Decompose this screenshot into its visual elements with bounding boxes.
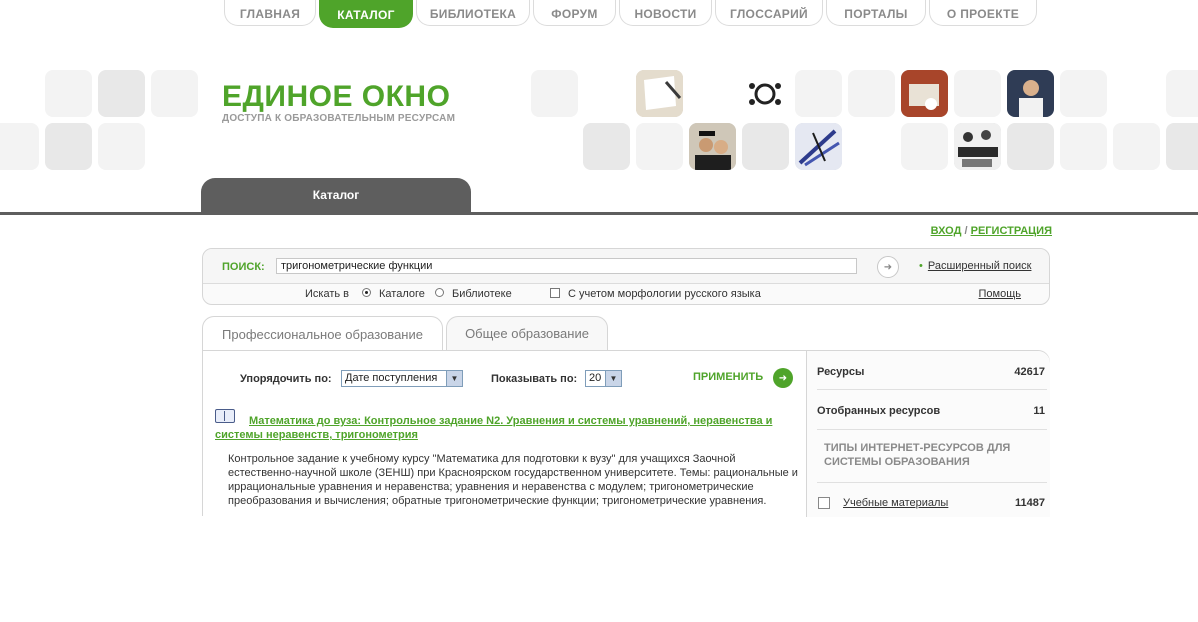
chevron-down-icon: ▼ — [446, 371, 462, 386]
page-size-label: Показывать по: — [491, 373, 578, 385]
radio-catalog[interactable] — [362, 288, 371, 297]
type-count: 11487 — [1015, 497, 1045, 509]
search-options: Искать в Каталоге Библиотеке С учетом мо… — [203, 284, 1049, 304]
search-input[interactable] — [276, 258, 857, 274]
decor-square — [583, 123, 630, 170]
decor-square — [531, 70, 578, 117]
decor-square — [98, 70, 145, 117]
search-in-label: Искать в — [305, 288, 350, 300]
help-link[interactable]: Помощь — [979, 288, 1022, 300]
login-link[interactable]: ВХОД — [931, 225, 962, 237]
decor-square — [0, 123, 39, 170]
photo-tile-graduates — [689, 123, 736, 170]
type-link-learning-materials[interactable]: Учебные материалы — [843, 497, 948, 509]
result-title-link[interactable]: Математика до вуза: Контрольное задание … — [215, 414, 795, 442]
decor-square — [954, 70, 1001, 117]
register-link[interactable]: РЕГИСТРАЦИЯ — [971, 225, 1052, 237]
sidebar-divider — [817, 482, 1047, 483]
resources-count: 42617 — [1014, 366, 1045, 378]
auth-links: ВХОД / РЕГИСТРАЦИЯ — [931, 225, 1052, 237]
page-size-select[interactable]: 20 ▼ — [585, 370, 622, 387]
resources-row: Ресурсы 42617 — [817, 366, 1045, 378]
nav-item-portals[interactable]: ПОРТАЛЫ — [826, 0, 926, 26]
header-divider — [0, 212, 1198, 215]
auth-separator: / — [964, 225, 968, 237]
photo-tile-drawing — [795, 123, 842, 170]
section-tab-catalog[interactable]: Каталог — [201, 178, 471, 214]
photo-tile-lab — [901, 70, 948, 117]
chevron-down-icon: ▼ — [605, 371, 621, 386]
search-label: ПОИСК: — [222, 261, 265, 273]
photo-tile-student — [1007, 70, 1054, 117]
selected-row: Отобранных ресурсов 11 — [817, 405, 1045, 417]
nav-item-news[interactable]: НОВОСТИ — [619, 0, 712, 26]
search-row: ПОИСК: ➜ • Расширенный поиск — [203, 249, 1049, 284]
logo-subtitle: ДОСТУПА К ОБРАЗОВАТЕЛЬНЫМ РЕСУРСАМ — [222, 113, 456, 124]
photo-tile-writing — [636, 70, 683, 117]
decor-square — [1007, 123, 1054, 170]
nav-item-library[interactable]: БИБЛИОТЕКА — [416, 0, 530, 26]
radio-catalog-label[interactable]: Каталоге — [379, 288, 425, 300]
morphology-label[interactable]: С учетом морфологии русского языка — [568, 288, 761, 300]
decor-square — [1166, 123, 1198, 170]
nav-item-home[interactable]: ГЛАВНАЯ — [224, 0, 316, 26]
radio-library[interactable] — [435, 288, 444, 297]
nav-item-forum[interactable]: ФОРУМ — [533, 0, 616, 26]
decor-square — [1166, 70, 1198, 117]
page-size-value: 20 — [589, 372, 602, 384]
sidebar-divider — [817, 429, 1047, 430]
radio-library-label[interactable]: Библиотеке — [452, 288, 512, 300]
top-navigation: ГЛАВНАЯ КАТАЛОГ БИБЛИОТЕКА ФОРУМ НОВОСТИ… — [224, 0, 1037, 28]
decor-square — [848, 70, 895, 117]
apply-button-label[interactable]: ПРИМЕНИТЬ — [693, 371, 763, 383]
selected-count: 11 — [1033, 405, 1045, 417]
results-panel: Упорядочить по: Дате поступления ▼ Показ… — [202, 350, 1050, 517]
photo-tile-classroom — [954, 123, 1001, 170]
header-banner — [0, 70, 1198, 172]
decor-square — [636, 123, 683, 170]
search-panel: ПОИСК: ➜ • Расширенный поиск Искать в Кат… — [202, 248, 1050, 305]
results-column: Упорядочить по: Дате поступления ▼ Показ… — [203, 351, 806, 517]
nav-item-catalog[interactable]: КАТАЛОГ — [319, 0, 413, 28]
morphology-checkbox[interactable] — [550, 288, 560, 298]
tab-professional-education[interactable]: Профессиональное образование — [202, 316, 443, 351]
sort-select[interactable]: Дате поступления ▼ — [341, 370, 463, 387]
advanced-search: • Расширенный поиск — [919, 260, 1031, 272]
resource-types-heading: ТИПЫ ИНТЕРНЕТ-РЕСУРСОВ ДЛЯ СИСТЕМЫ ОБРАЗ… — [824, 442, 1011, 468]
apply-button[interactable]: ➜ — [773, 368, 793, 388]
nav-item-glossary[interactable]: ГЛОССАРИЙ — [715, 0, 823, 26]
sidebar-divider — [817, 389, 1047, 390]
decor-square — [45, 70, 92, 117]
result-description: Контрольное задание к учебному курсу "Ма… — [228, 453, 798, 507]
resources-label: Ресурсы — [817, 366, 865, 378]
decor-square — [1060, 70, 1107, 117]
bullet-icon: • — [919, 260, 923, 272]
logo-title[interactable]: ЕДИНОЕ ОКНО — [222, 80, 450, 114]
arrow-right-icon: ➜ — [883, 261, 893, 273]
type-checkbox[interactable] — [818, 497, 830, 509]
search-submit-button[interactable]: ➜ — [877, 256, 899, 278]
decor-square — [1113, 123, 1160, 170]
arrow-right-icon: ➜ — [778, 372, 788, 384]
decor-square — [901, 123, 948, 170]
decor-square — [151, 70, 198, 117]
decor-square — [795, 70, 842, 117]
photo-tile-molecule — [742, 70, 789, 117]
nav-item-about[interactable]: О ПРОЕКТЕ — [929, 0, 1037, 26]
sort-label: Упорядочить по: — [240, 373, 332, 385]
decor-square — [45, 123, 92, 170]
sidebar: Ресурсы 42617 Отобранных ресурсов 11 ТИП… — [806, 351, 1050, 517]
decor-square — [1060, 123, 1107, 170]
advanced-search-link[interactable]: Расширенный поиск — [928, 260, 1032, 272]
decor-square — [98, 123, 145, 170]
sort-select-value: Дате поступления — [345, 372, 438, 384]
tab-general-education[interactable]: Общее образование — [446, 316, 608, 350]
selected-label: Отобранных ресурсов — [817, 405, 941, 417]
decor-square — [742, 123, 789, 170]
